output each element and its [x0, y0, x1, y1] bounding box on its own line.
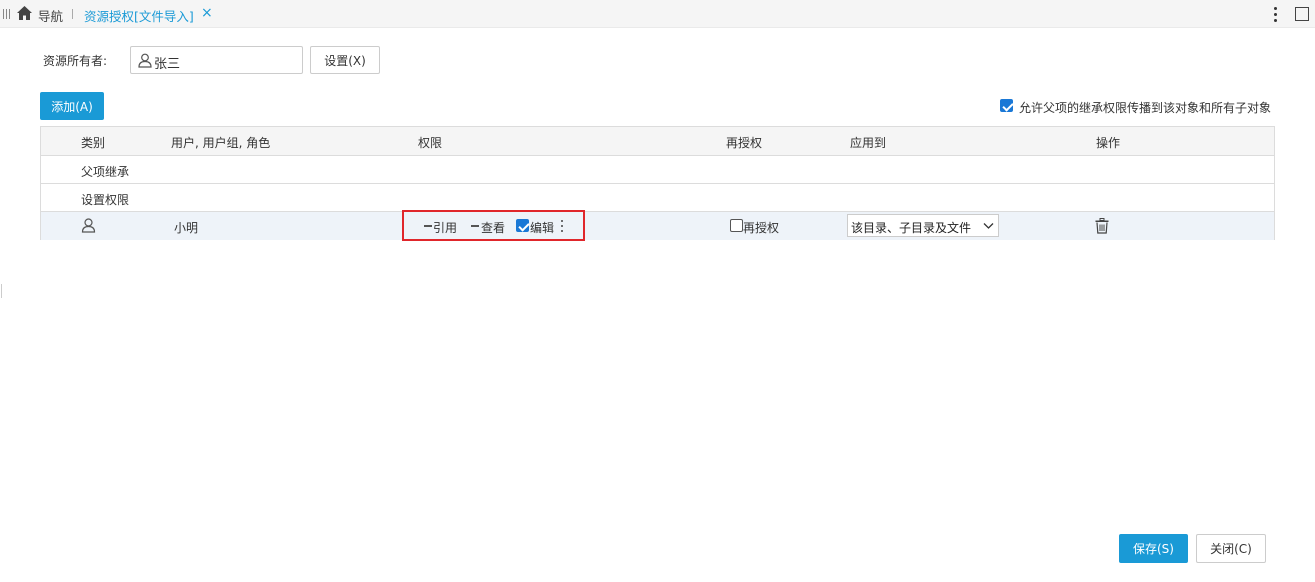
header-apply-to: 应用到 [850, 136, 887, 150]
grip-icon[interactable] [3, 9, 11, 19]
regrant-checkbox[interactable] [730, 219, 743, 232]
owner-label: 资源所有者: [43, 54, 108, 68]
save-button[interactable]: 保存(S) [1119, 534, 1188, 563]
header-permission: 权限 [418, 136, 443, 150]
owner-field[interactable]: 张三 [130, 46, 303, 74]
tab-active[interactable]: 资源授权[文件导入] [84, 6, 194, 25]
tab-separator [72, 9, 73, 19]
inherit-label[interactable]: 允许父项的继承权限传播到该对象和所有子对象 [1019, 99, 1271, 116]
header-action: 操作 [1096, 136, 1121, 150]
table-row[interactable]: 小明 引用 查看 编辑 再授权 该目录、子目录及文件 [41, 210, 1274, 241]
close-button[interactable]: 关闭(C) [1196, 534, 1266, 563]
chevron-down-icon [983, 223, 994, 229]
header-type: 类别 [81, 136, 106, 150]
tab-close-icon[interactable]: × [201, 5, 213, 21]
view-indeterminate-icon[interactable] [471, 225, 479, 227]
group-row-set-permission[interactable]: 设置权限 [41, 184, 1274, 212]
table-header: 类别 用户, 用户组, 角色 权限 再授权 应用到 操作 [41, 127, 1274, 156]
perm-ref-label[interactable]: 引用 [433, 219, 457, 236]
set-owner-button[interactable]: 设置(X) [310, 46, 380, 74]
ref-indeterminate-icon[interactable] [424, 225, 432, 227]
side-marker [1, 284, 2, 298]
tab-bar: 导航 资源授权[文件导入] × [0, 0, 1315, 28]
header-user: 用户, 用户组, 角色 [171, 136, 271, 150]
group-label: 设置权限 [81, 193, 130, 207]
user-icon [81, 218, 96, 233]
add-button[interactable]: 添加(A) [40, 92, 104, 120]
tab-nav[interactable]: 导航 [38, 6, 63, 25]
header-regrant: 再授权 [726, 136, 763, 150]
perm-edit-label[interactable]: 编辑 [530, 219, 554, 236]
home-icon[interactable] [16, 5, 33, 21]
group-label: 父项继承 [81, 165, 130, 179]
apply-to-value: 该目录、子目录及文件 [851, 221, 972, 235]
user-icon [138, 53, 152, 68]
maximize-icon[interactable] [1295, 7, 1309, 21]
apply-to-select[interactable]: 该目录、子目录及文件 [847, 214, 999, 237]
perm-view-label[interactable]: 查看 [481, 219, 505, 236]
trash-icon[interactable] [1095, 218, 1109, 234]
regrant-label[interactable]: 再授权 [743, 219, 779, 236]
row-user: 小明 [174, 221, 199, 235]
group-row-inherited[interactable]: 父项继承 [41, 156, 1274, 184]
edit-checkbox[interactable] [516, 219, 529, 232]
more-permissions-icon[interactable] [561, 220, 564, 233]
more-options-icon[interactable] [1268, 4, 1282, 24]
permission-table: 类别 用户, 用户组, 角色 权限 再授权 应用到 操作 父项继承 设置权限 小… [40, 126, 1275, 241]
owner-value: 张三 [154, 57, 181, 72]
